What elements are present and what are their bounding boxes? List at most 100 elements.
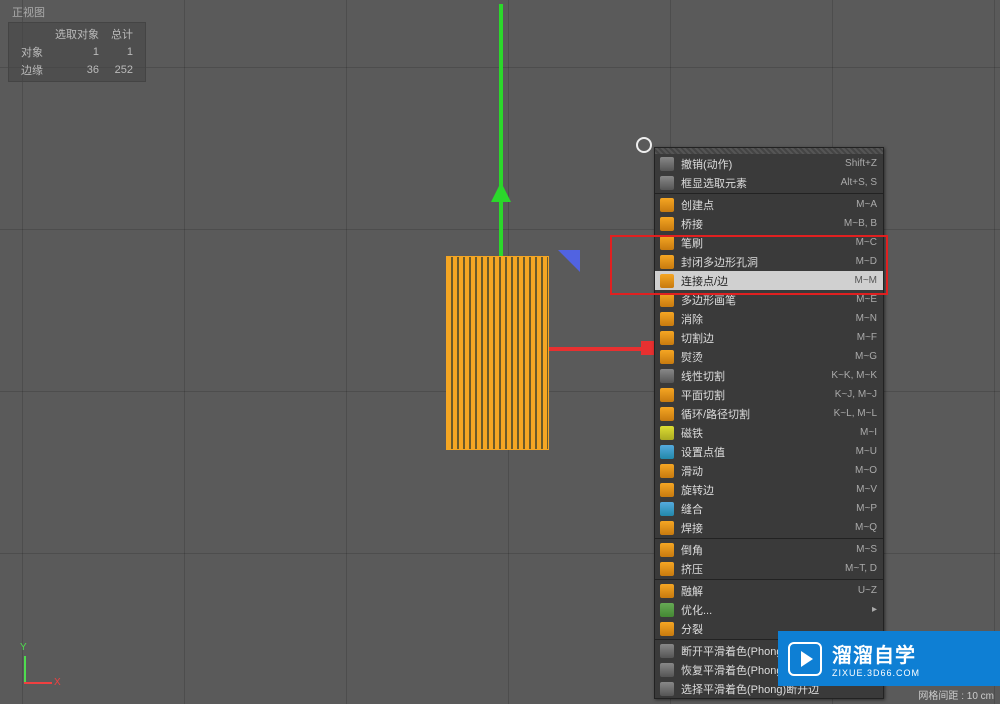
menu-item-label: 循环/路径切割	[681, 406, 826, 422]
menu-item-shortcut: Shift+Z	[845, 158, 877, 169]
menu-item-icon	[659, 583, 675, 599]
menu-item-icon	[659, 542, 675, 558]
menu-item-label: 融解	[681, 583, 850, 599]
menu-item-shortcut: M~Q	[855, 522, 877, 533]
menu-item[interactable]: 多边形画笔M~E	[655, 290, 883, 309]
view-label: 正视图	[12, 4, 45, 20]
status-bar: 网格间距 : 10 cm	[918, 687, 994, 702]
menu-item[interactable]: 撤销(动作) Shift+Z	[655, 154, 883, 173]
menu-item-label: 线性切割	[681, 368, 823, 384]
menu-item-shortcut: M~S	[856, 544, 877, 555]
menu-item-label: 连接点/边	[681, 273, 847, 289]
stats-row-objects-total: 1	[105, 43, 139, 61]
menu-item[interactable]: 笔刷 M~C	[655, 233, 883, 252]
menu-item-label: 切割边	[681, 330, 849, 346]
menu-item-icon	[659, 273, 675, 289]
axis-gizmo: Y X	[20, 644, 60, 684]
menu-item-shortcut: M~A	[856, 199, 877, 210]
menu-item[interactable]: 融解 U~Z	[655, 581, 883, 600]
menu-item-shortcut: U~Z	[858, 585, 877, 596]
menu-item-icon	[659, 425, 675, 441]
menu-item[interactable]: 滑动M~O	[655, 461, 883, 480]
stats-header-total: 总计	[105, 25, 139, 43]
menu-item[interactable]: 桥接M~B, B	[655, 214, 883, 233]
menu-item[interactable]: 线性切割 K~K, M~K	[655, 366, 883, 385]
watermark-logo: 溜溜自学 ZIXUE.3D66.COM	[778, 631, 1000, 686]
menu-item[interactable]: 消除M~N	[655, 309, 883, 328]
menu-item[interactable]: 倒角 M~S	[655, 540, 883, 559]
stats-header-selected: 选取对象	[49, 25, 105, 43]
menu-item[interactable]: 旋转边 M~V	[655, 480, 883, 499]
menu-item-label: 框显选取元素	[681, 175, 833, 191]
stats-row-objects-sel: 1	[49, 43, 105, 61]
context-menu: 撤销(动作) Shift+Z 框显选取元素Alt+S, S 创建点M~A桥接M~B, …	[654, 147, 884, 699]
menu-item-icon	[659, 368, 675, 384]
menu-item-icon	[659, 406, 675, 422]
menu-item-icon	[659, 501, 675, 517]
menu-item-icon	[659, 643, 675, 659]
menu-item-label: 笔刷	[681, 235, 848, 251]
menu-item-icon	[659, 292, 675, 308]
menu-item-label: 优化...	[681, 602, 868, 618]
menu-item[interactable]: 挤压M~T, D	[655, 559, 883, 578]
watermark-en: ZIXUE.3D66.COM	[832, 668, 920, 678]
menu-divider	[655, 538, 883, 539]
menu-item-shortcut: M~F	[857, 332, 877, 343]
stats-row-objects-label: 对象	[15, 43, 49, 61]
menu-item-icon	[659, 387, 675, 403]
menu-item-shortcut: M~N	[856, 313, 877, 324]
menu-item-label: 旋转边	[681, 482, 848, 498]
menu-item[interactable]: 优化...	[655, 600, 883, 619]
menu-item-icon	[659, 156, 675, 172]
menu-item[interactable]: 封闭多边形孔洞 M~D	[655, 252, 883, 271]
menu-item-icon	[659, 463, 675, 479]
menu-item-shortcut: M~D	[856, 256, 877, 267]
menu-item[interactable]: 磁铁M~I	[655, 423, 883, 442]
menu-item-icon	[659, 444, 675, 460]
menu-item[interactable]: 设置点值M~U	[655, 442, 883, 461]
menu-item-icon	[659, 349, 675, 365]
menu-item-shortcut: M~E	[856, 294, 877, 305]
menu-item-icon	[659, 235, 675, 251]
menu-item-icon	[659, 662, 675, 678]
menu-item-icon	[659, 520, 675, 536]
menu-item[interactable]: 循环/路径切割 K~L, M~L	[655, 404, 883, 423]
stats-row-edges-label: 边缘	[15, 61, 49, 79]
menu-item-shortcut: M~V	[856, 484, 877, 495]
menu-item[interactable]: 连接点/边 M~M	[655, 271, 883, 290]
menu-item-shortcut: M~U	[856, 446, 877, 457]
menu-item[interactable]: 熨烫 M~G	[655, 347, 883, 366]
axis-y-label: Y	[20, 642, 27, 653]
stats-row-edges-sel: 36	[49, 61, 105, 79]
menu-item-shortcut: M~P	[856, 503, 877, 514]
menu-item[interactable]: 切割边 M~F	[655, 328, 883, 347]
menu-item-label: 熨烫	[681, 349, 847, 365]
menu-item[interactable]: 平面切割K~J, M~J	[655, 385, 883, 404]
menu-item-icon	[659, 254, 675, 270]
menu-item-shortcut: M~O	[855, 465, 877, 476]
menu-item-label: 桥接	[681, 216, 836, 232]
menu-item-icon	[659, 175, 675, 191]
menu-item-label: 撤销(动作)	[681, 156, 837, 172]
watermark-cn: 溜溜自学	[832, 639, 920, 668]
menu-item-shortcut: M~M	[855, 275, 878, 286]
menu-item-label: 封闭多边形孔洞	[681, 254, 848, 270]
menu-item-icon	[659, 482, 675, 498]
menu-item[interactable]: 焊接M~Q	[655, 518, 883, 537]
menu-item-shortcut: K~L, M~L	[834, 408, 877, 419]
menu-item-shortcut: K~K, M~K	[831, 370, 877, 381]
menu-item[interactable]: 创建点M~A	[655, 195, 883, 214]
xz-plane-handle[interactable]	[558, 250, 580, 272]
menu-item[interactable]: 框显选取元素Alt+S, S	[655, 173, 883, 192]
menu-item-shortcut: M~G	[855, 351, 877, 362]
menu-item-label: 倒角	[681, 542, 848, 558]
menu-item-label: 缝合	[681, 501, 848, 517]
menu-item[interactable]: 缝合 M~P	[655, 499, 883, 518]
selected-object[interactable]	[446, 256, 549, 450]
menu-item-label: 平面切割	[681, 387, 827, 403]
menu-item-shortcut: M~C	[856, 237, 877, 248]
menu-item-icon	[659, 330, 675, 346]
menu-item-icon	[659, 621, 675, 637]
menu-item-icon	[659, 602, 675, 618]
menu-item-label: 磁铁	[681, 425, 852, 441]
